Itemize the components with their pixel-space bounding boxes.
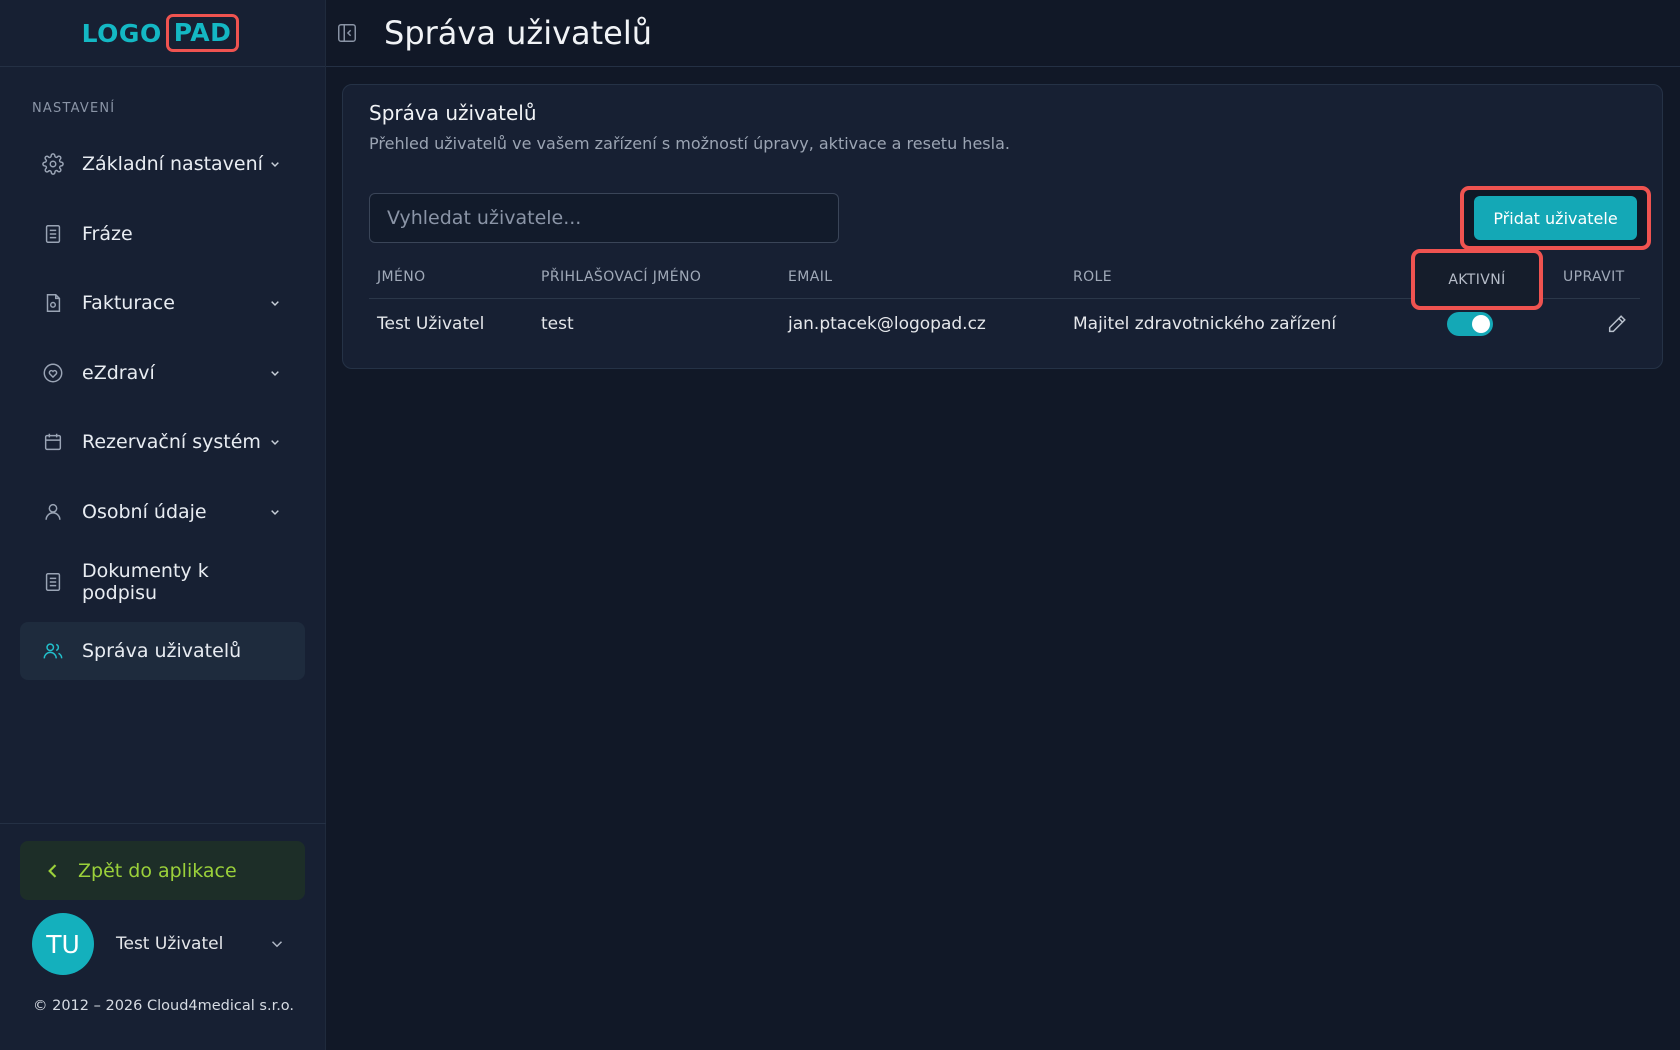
user-name: Test Uživatel: [116, 934, 224, 954]
user-menu[interactable]: TU Test Uživatel: [32, 913, 292, 975]
back-to-app-label: Zpět do aplikace: [78, 859, 237, 882]
column-header-name[interactable]: JMÉNO: [377, 255, 426, 299]
chevron-down-icon: [271, 440, 279, 446]
add-user-highlight: Přidat uživatele: [1460, 186, 1651, 250]
cell-name: Test Uživatel: [377, 314, 485, 334]
user-management-card: Správa uživatelů Přehled uživatelů ve va…: [342, 84, 1663, 369]
gear-icon: [42, 153, 64, 175]
chevron-down-icon: [271, 510, 279, 516]
active-toggle[interactable]: [1447, 312, 1493, 336]
avatar: TU: [32, 913, 94, 975]
sidebar-item-invoicing[interactable]: Fakturace: [20, 274, 305, 332]
sidebar-item-label: eZdraví: [82, 361, 155, 384]
cell-login: test: [541, 314, 574, 334]
heart-icon: [42, 362, 64, 384]
invoice-icon: [42, 292, 64, 314]
users-icon: [42, 640, 64, 662]
sidebar-item-label: Základní nastavení: [82, 153, 263, 175]
user-icon: [42, 501, 64, 523]
chevron-left-icon: [42, 860, 64, 882]
sidebar-item-user-management[interactable]: Správa uživatelů: [20, 622, 305, 681]
toggle-knob: [1472, 315, 1490, 333]
logo-text-pad: PAD: [165, 14, 240, 52]
sidebar-section-label: NASTAVENÍ: [32, 101, 116, 116]
sidebar-divider: [0, 823, 326, 824]
cell-edit: [1606, 299, 1628, 349]
document-icon: [42, 571, 64, 593]
calendar-icon: [42, 431, 64, 453]
sidebar-item-label: Rezervační systém: [82, 431, 261, 454]
sidebar-item-label: Správa uživatelů: [82, 640, 242, 663]
sidebar-item-personal-data[interactable]: Osobní údaje: [20, 483, 305, 541]
chevron-down-icon: [271, 370, 279, 376]
sidebar: LOGO PAD NASTAVENÍ Základní nastavení Fr…: [0, 0, 326, 1050]
chevron-down-icon: [271, 301, 279, 307]
column-header-login[interactable]: PŘIHLAŠOVACÍ JMÉNO: [541, 255, 701, 299]
page-title: Správa uživatelů: [384, 14, 653, 52]
add-user-button[interactable]: Přidat uživatele: [1474, 196, 1637, 240]
back-to-app-button[interactable]: Zpět do aplikace: [20, 841, 305, 900]
chevron-down-icon: [271, 162, 279, 168]
sidebar-item-label: Osobní údaje: [82, 500, 207, 523]
sidebar-item-phrases[interactable]: Fráze: [20, 205, 305, 263]
chevron-down-icon: [271, 941, 283, 948]
column-header-active[interactable]: AKTIVNÍ: [1411, 249, 1543, 310]
sidebar-item-documents-to-sign[interactable]: Dokumenty k podpisu: [20, 553, 305, 611]
sidebar-collapse-icon[interactable]: [336, 22, 358, 44]
column-header-email[interactable]: EMAIL: [788, 255, 832, 299]
pencil-icon[interactable]: [1606, 313, 1628, 335]
column-header-role[interactable]: ROLE: [1073, 255, 1112, 299]
document-icon: [42, 223, 64, 245]
search-input[interactable]: [369, 193, 839, 243]
cell-email: jan.ptacek@logopad.cz: [788, 314, 986, 334]
sidebar-item-label: Fakturace: [82, 292, 175, 315]
card-subtitle: Přehled uživatelů ve vašem zařízení s mo…: [369, 134, 1010, 153]
column-header-edit[interactable]: UPRAVIT: [1563, 255, 1625, 299]
cell-role: Majitel zdravotnického zařízení: [1073, 314, 1337, 334]
logo-text-logo: LOGO: [81, 18, 162, 48]
column-header-active-label: AKTIVNÍ: [1448, 271, 1506, 288]
topbar: Správa uživatelů: [326, 0, 1680, 67]
sidebar-item-ezdravi[interactable]: eZdraví: [20, 344, 305, 402]
logo[interactable]: LOGO PAD: [82, 14, 240, 52]
sidebar-item-basic-settings[interactable]: Základní nastavení: [20, 135, 305, 193]
card-title: Správa uživatelů: [369, 101, 537, 125]
sidebar-nav: Základní nastavení Fráze Fakturace eZdra…: [20, 135, 305, 692]
copyright: © 2012 – 2026 Cloud4medical s.r.o.: [33, 998, 295, 1014]
sidebar-item-label: Fráze: [82, 222, 133, 245]
sidebar-item-label: Dokumenty k podpisu: [82, 559, 209, 604]
sidebar-item-reservation[interactable]: Rezervační systém: [20, 413, 305, 471]
logo-bar: LOGO PAD: [0, 0, 325, 67]
